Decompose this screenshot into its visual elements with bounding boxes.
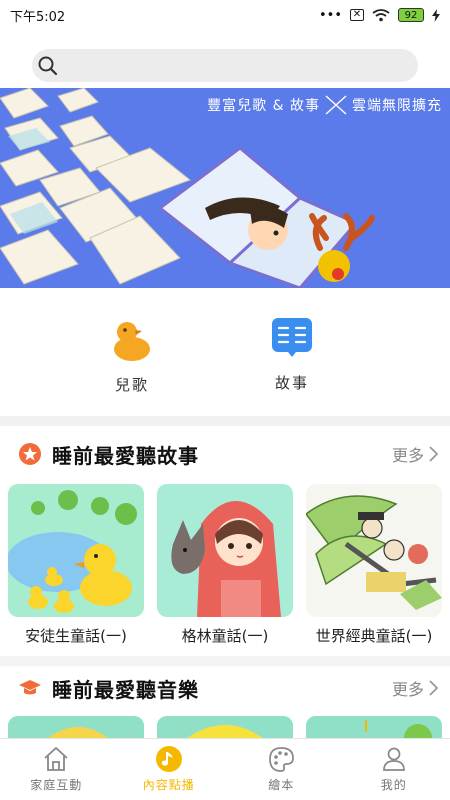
battery-level: 92	[398, 8, 424, 22]
ducks-illustration	[8, 484, 144, 617]
more-stories-link[interactable]: 更多	[392, 442, 438, 466]
more-dots-icon: •••	[318, 7, 342, 23]
story-card-label: 安徒生童話(一)	[25, 627, 127, 645]
banner-caption-left: 豐富兒歌 & 故事	[207, 98, 320, 114]
status-time: 下午5:02	[10, 9, 66, 25]
story-badge-icon	[19, 443, 41, 465]
status-icons: ••• ✕ 92	[319, 8, 440, 23]
palette-icon	[269, 747, 295, 772]
banner-caption-right: 雲端無限擴充	[352, 98, 442, 114]
nav-picturebooks[interactable]: 繪本	[225, 739, 338, 800]
nav-content[interactable]: 內容點播	[113, 739, 226, 800]
nav-content-label: 內容點播	[142, 778, 195, 792]
category-stories[interactable]: 故事	[252, 316, 332, 393]
category-songs-label: 兒歌	[114, 376, 149, 394]
red-riding-hood-illustration	[157, 484, 293, 617]
banner-illustration	[0, 88, 450, 288]
more-stories-label: 更多	[391, 446, 424, 465]
music-card-2[interactable]	[157, 716, 293, 738]
banner-caption: 豐富兒歌 & 故事 雲端無限擴充	[207, 94, 442, 116]
person-icon	[382, 747, 405, 771]
charging-icon	[432, 8, 440, 22]
graduation-cap-icon	[19, 680, 41, 695]
giant-turnip-illustration	[306, 484, 442, 617]
story-card-andersen[interactable]: 安徒生童話(一)	[8, 484, 144, 646]
story-card-label: 世界經典童話(一)	[315, 627, 433, 645]
music-card-3[interactable]	[306, 716, 442, 738]
section-separator	[0, 656, 450, 666]
nav-picturebooks-label: 繪本	[268, 778, 295, 792]
story-thumbnail	[157, 484, 293, 617]
story-card-label: 格林童話(一)	[181, 627, 269, 645]
nav-family[interactable]: 家庭互動	[0, 739, 113, 800]
story-thumbnail	[306, 484, 442, 617]
section-title-music: 睡前最愛聽音樂	[52, 677, 199, 702]
nav-family-label: 家庭互動	[30, 778, 83, 792]
section-separator	[0, 416, 450, 426]
banner-cross-icon	[325, 95, 347, 115]
status-bar: 下午5:02 ••• ✕ 92	[0, 0, 450, 30]
story-thumbnail	[8, 484, 144, 617]
section-title-stories: 睡前最愛聽故事	[52, 443, 199, 468]
chevron-right-icon	[429, 446, 438, 462]
bottom-nav: 家庭互動 內容點播 繪本 我的	[0, 738, 450, 800]
search-icon	[38, 56, 58, 75]
no-sim-icon: ✕	[350, 9, 364, 21]
nav-profile[interactable]: 我的	[338, 739, 450, 800]
more-music-link[interactable]: 更多	[392, 676, 438, 700]
chevron-right-icon	[429, 680, 438, 696]
music-thumbnail	[8, 716, 144, 738]
wifi-icon	[372, 9, 390, 22]
duck-icon	[114, 322, 150, 361]
music-thumbnail	[306, 716, 442, 738]
category-row: 兒歌 故事	[0, 288, 450, 416]
music-thumbnail	[157, 716, 293, 738]
category-songs[interactable]: 兒歌	[92, 318, 172, 395]
story-card-grimm[interactable]: 格林童話(一)	[157, 484, 293, 646]
category-stories-label: 故事	[274, 374, 309, 392]
story-card-classics[interactable]: 世界經典童話(一)	[306, 484, 442, 646]
music-card-1[interactable]	[8, 716, 144, 738]
home-icon	[44, 747, 68, 771]
music-note-icon	[155, 746, 182, 772]
search-input[interactable]	[59, 49, 418, 82]
section-header-stories: 睡前最愛聽故事 更多	[0, 434, 450, 474]
section-header-music: 睡前最愛聽音樂 更多	[0, 668, 450, 708]
promo-banner[interactable]: 豐富兒歌 & 故事 雲端無限擴充	[0, 88, 450, 288]
search-bar[interactable]	[32, 49, 418, 82]
book-icon	[272, 318, 312, 357]
more-music-label: 更多	[391, 680, 424, 699]
nav-profile-label: 我的	[380, 778, 407, 792]
